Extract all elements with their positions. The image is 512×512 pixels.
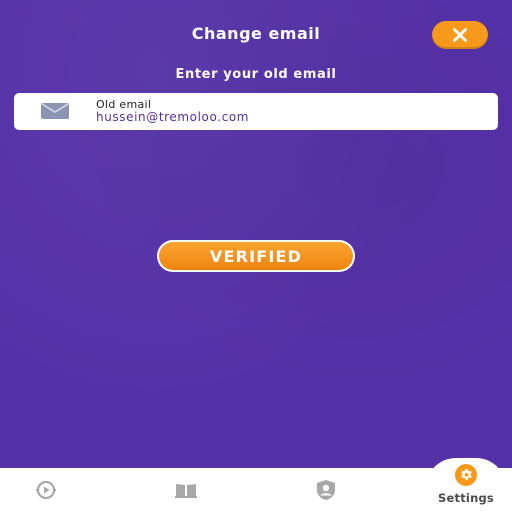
play-circle-icon <box>36 480 56 500</box>
nav-item-play[interactable] <box>16 468 76 512</box>
nav-item-settings[interactable]: Settings <box>426 464 506 510</box>
profile-icon <box>317 480 335 500</box>
verified-label: VERIFIED <box>159 242 353 270</box>
nav-item-profile[interactable] <box>296 468 356 512</box>
change-email-screen: Change email Enter your old email Old em… <box>0 0 512 468</box>
settings-icon-badge <box>455 464 477 486</box>
book-icon <box>175 484 197 498</box>
email-value: hussein@tremoloo.com <box>96 110 250 124</box>
mail-icon <box>41 103 69 119</box>
gear-icon <box>460 468 472 480</box>
close-button[interactable] <box>432 21 488 49</box>
old-email-field[interactable]: Old email hussein@tremoloo.com <box>14 93 498 130</box>
nav-item-book[interactable] <box>156 468 216 512</box>
verified-badge: VERIFIED <box>157 240 355 272</box>
close-icon <box>453 28 467 42</box>
nav-settings-label: Settings <box>438 491 494 505</box>
instruction-text: Enter your old email <box>175 67 337 82</box>
